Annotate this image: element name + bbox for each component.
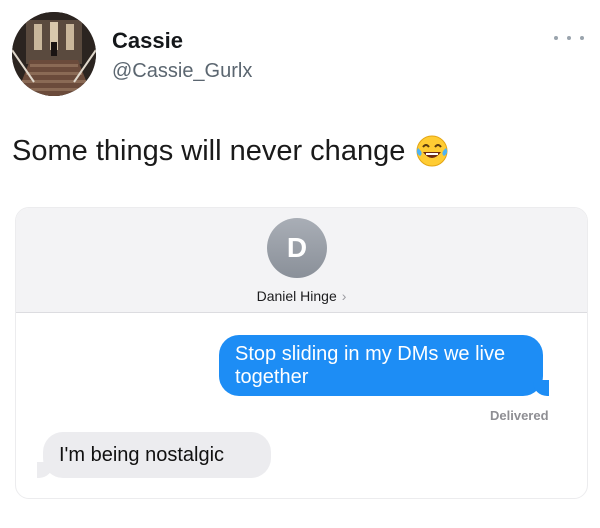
imessage-screenshot: D Daniel Hinge › Stop sliding in my DMs w… bbox=[15, 207, 588, 499]
dot bbox=[567, 36, 571, 40]
contact-avatar[interactable]: D bbox=[267, 218, 327, 278]
delivery-status: Delivered bbox=[490, 408, 549, 423]
author-name[interactable]: Cassie bbox=[112, 28, 183, 54]
tweet-text-content: Some things will never change bbox=[12, 134, 406, 167]
tweet-text: Some things will never change bbox=[12, 134, 449, 168]
chevron-right-icon: › bbox=[341, 288, 347, 304]
more-options-icon[interactable] bbox=[554, 30, 584, 46]
sent-message-bubble: Stop sliding in my DMs we live together bbox=[219, 335, 549, 396]
contact-header[interactable]: D Daniel Hinge › bbox=[16, 208, 587, 313]
contact-name-row[interactable]: Daniel Hinge › bbox=[16, 288, 587, 304]
avatar[interactable] bbox=[12, 12, 96, 96]
received-message-bubble: I'm being nostalgic bbox=[37, 432, 271, 478]
tweet-card: Cassie @Cassie_Gurlx Some things will ne… bbox=[0, 0, 600, 528]
contact-name: Daniel Hinge bbox=[256, 288, 337, 304]
author-handle[interactable]: @Cassie_Gurlx bbox=[112, 60, 252, 83]
laughing-tears-emoji-icon bbox=[416, 135, 448, 167]
dot bbox=[580, 36, 584, 40]
avatar-image bbox=[12, 12, 96, 96]
dot bbox=[554, 36, 558, 40]
